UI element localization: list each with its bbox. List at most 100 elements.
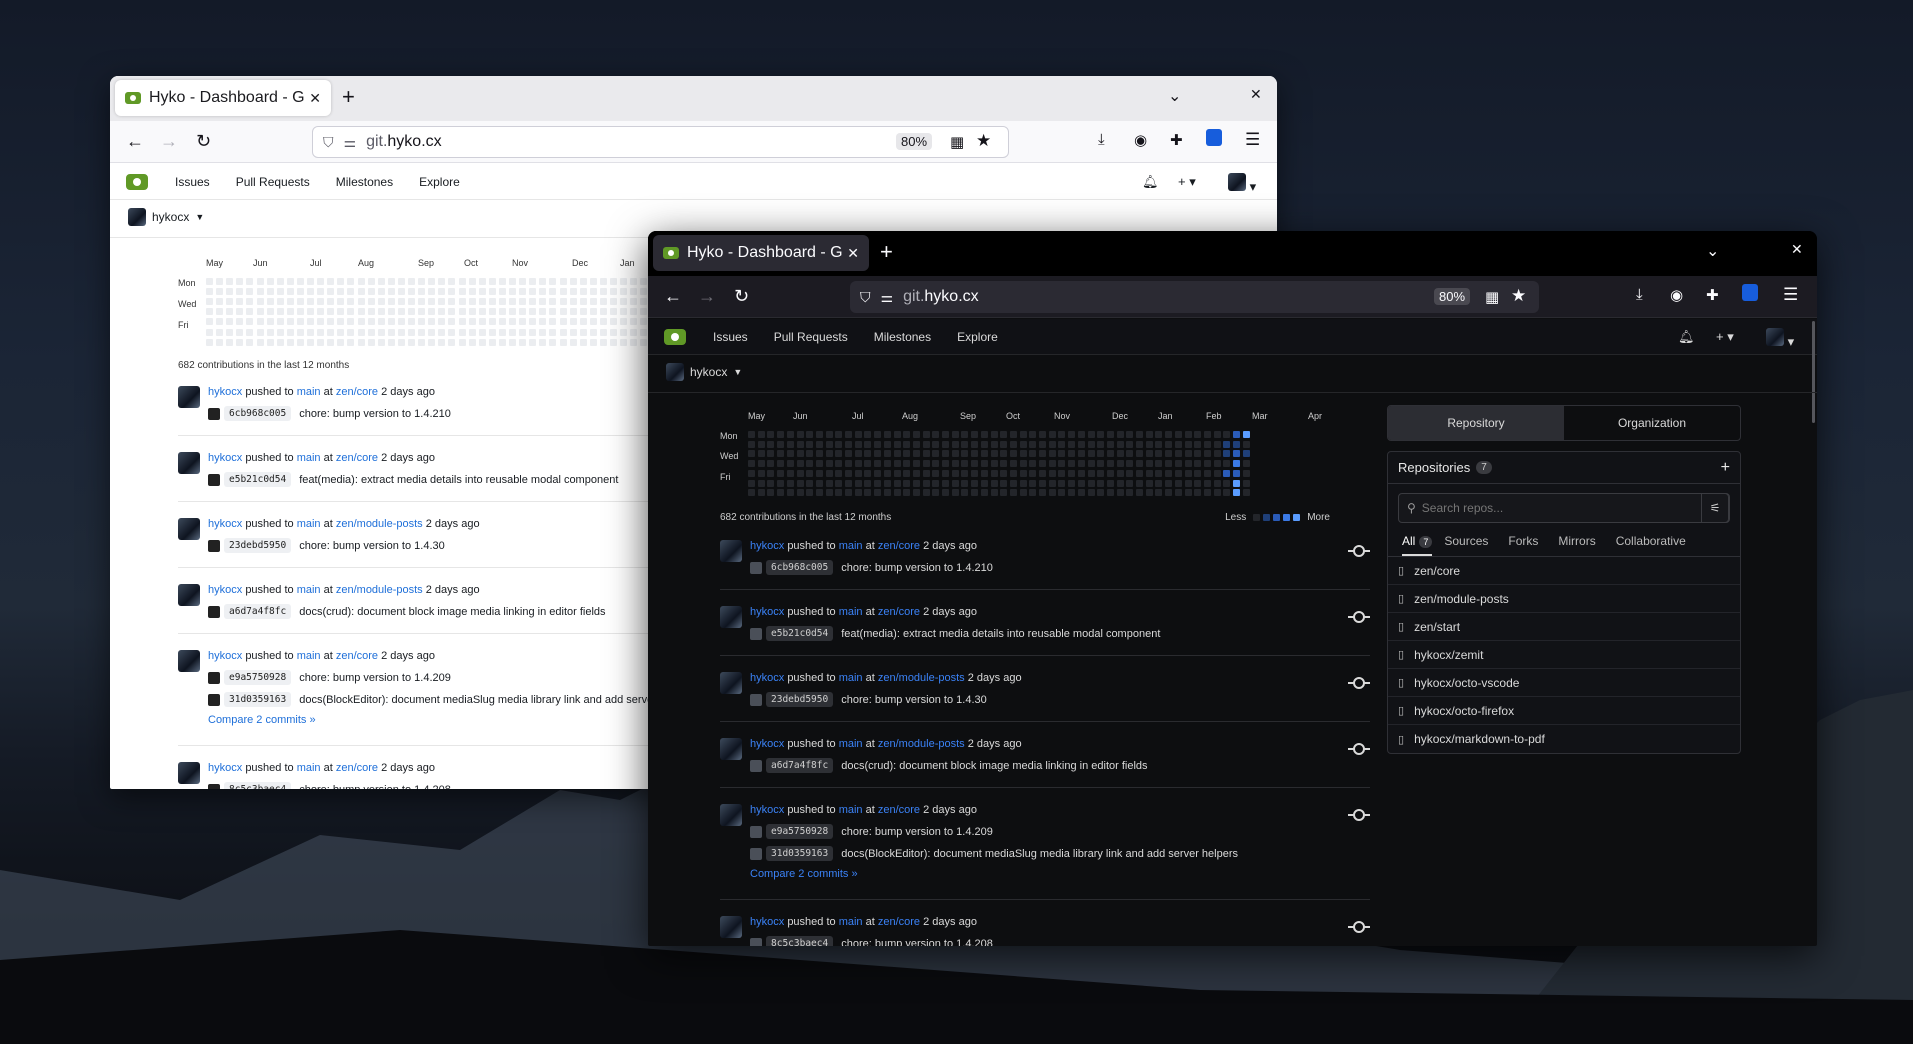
heatmap-cell[interactable]: [942, 479, 949, 487]
feed-user-link[interactable]: hykocx: [208, 386, 242, 398]
heatmap-cell[interactable]: [1087, 440, 1095, 448]
heatmap-cell[interactable]: [835, 469, 843, 477]
heatmap-cell[interactable]: [408, 298, 415, 306]
heatmap-cell[interactable]: [589, 328, 597, 336]
heatmap-cell[interactable]: [1009, 489, 1017, 497]
feed-branch-link[interactable]: main: [297, 452, 321, 464]
heatmap-cell[interactable]: [458, 328, 466, 336]
feed-user-link[interactable]: hykocx: [208, 762, 242, 774]
heatmap-cell[interactable]: [893, 489, 901, 497]
heatmap-cell[interactable]: [448, 278, 456, 285]
heatmap-cell[interactable]: [236, 298, 244, 306]
heatmap-cell[interactable]: [589, 278, 597, 285]
heatmap-cell[interactable]: [1068, 479, 1076, 487]
heatmap-cell[interactable]: [796, 440, 804, 448]
heatmap-cell[interactable]: [599, 288, 607, 296]
heatmap-cell[interactable]: [912, 460, 920, 468]
url-text[interactable]: git.hyko.cx: [903, 288, 979, 306]
heatmap-cell[interactable]: [256, 328, 264, 336]
back-icon[interactable]: ←: [126, 131, 144, 151]
repo-name[interactable]: zen/module-posts: [1414, 592, 1509, 606]
repo-name[interactable]: hykocx/markdown-to-pdf: [1414, 732, 1545, 746]
heatmap-cell[interactable]: [990, 440, 998, 448]
heatmap-cell[interactable]: [951, 440, 959, 448]
heatmap-cell[interactable]: [854, 440, 862, 448]
heatmap-cell[interactable]: [387, 298, 395, 306]
heatmap-cell[interactable]: [990, 479, 998, 487]
heatmap-cell[interactable]: [448, 328, 456, 336]
extension-icon[interactable]: ◉: [1134, 131, 1147, 149]
heatmap-cell[interactable]: [883, 460, 891, 468]
heatmap-cell[interactable]: [488, 298, 496, 306]
heatmap-cell[interactable]: [438, 328, 446, 336]
heatmap-cell[interactable]: [1019, 431, 1027, 438]
heatmap-cell[interactable]: [488, 278, 496, 285]
heatmap-cell[interactable]: [757, 489, 765, 497]
heatmap-cell[interactable]: [1155, 469, 1163, 477]
heatmap-cell[interactable]: [327, 338, 335, 346]
repo-list-item[interactable]: ▯ hykocx/octo-vscode: [1388, 669, 1740, 697]
heatmap-cell[interactable]: [1087, 431, 1095, 438]
heatmap-cell[interactable]: [767, 450, 775, 458]
heatmap-cell[interactable]: [912, 431, 920, 438]
heatmap-cell[interactable]: [478, 338, 486, 346]
heatmap-cell[interactable]: [1145, 431, 1153, 438]
heatmap-cell[interactable]: [377, 338, 385, 346]
heatmap-cell[interactable]: [569, 298, 577, 306]
heatmap-cell[interactable]: [519, 318, 527, 326]
heatmap-cell[interactable]: [438, 298, 446, 306]
heatmap-cell[interactable]: [1213, 460, 1221, 468]
feed-user-link[interactable]: hykocx: [208, 650, 242, 662]
heatmap-cell[interactable]: [266, 288, 274, 296]
user-menu-avatar[interactable]: ▾: [1766, 328, 1794, 350]
heatmap-cell[interactable]: [397, 278, 405, 285]
user-avatar[interactable]: [720, 738, 742, 760]
heatmap-cell[interactable]: [942, 431, 949, 438]
heatmap-cell[interactable]: [1116, 440, 1124, 448]
heatmap-cell[interactable]: [864, 460, 872, 468]
heatmap-cell[interactable]: [1233, 431, 1240, 438]
heatmap-cell[interactable]: [1039, 440, 1046, 448]
heatmap-cell[interactable]: [468, 278, 476, 285]
feed-branch-link[interactable]: main: [297, 386, 321, 398]
heatmap-cell[interactable]: [1029, 450, 1037, 458]
heatmap-cell[interactable]: [1136, 469, 1143, 477]
heatmap-cell[interactable]: [1048, 460, 1056, 468]
heatmap-cell[interactable]: [1000, 460, 1008, 468]
heatmap-cell[interactable]: [458, 308, 466, 316]
heatmap-cell[interactable]: [922, 431, 930, 438]
heatmap-cell[interactable]: [1213, 440, 1221, 448]
heatmap-cell[interactable]: [559, 288, 567, 296]
heatmap-cell[interactable]: [912, 479, 920, 487]
feed-repo-link[interactable]: zen/core: [878, 540, 920, 552]
heatmap-cell[interactable]: [559, 298, 567, 306]
heatmap-cell[interactable]: [825, 450, 833, 458]
heatmap-cell[interactable]: [498, 288, 506, 296]
heatmap-cell[interactable]: [854, 431, 862, 438]
heatmap-cell[interactable]: [777, 469, 785, 477]
heatmap-cell[interactable]: [864, 469, 872, 477]
heatmap-cell[interactable]: [640, 338, 648, 346]
heatmap-cell[interactable]: [569, 278, 577, 285]
heatmap-cell[interactable]: [539, 308, 547, 316]
heatmap-cell[interactable]: [1019, 489, 1027, 497]
heatmap-cell[interactable]: [1116, 489, 1124, 497]
heatmap-cell[interactable]: [640, 298, 648, 306]
repo-list-item[interactable]: ▯ zen/module-posts: [1388, 585, 1740, 613]
heatmap-cell[interactable]: [509, 308, 516, 316]
heatmap-cell[interactable]: [796, 479, 804, 487]
heatmap-cell[interactable]: [589, 318, 597, 326]
heatmap-cell[interactable]: [1000, 450, 1008, 458]
heatmap-cell[interactable]: [1048, 469, 1056, 477]
heatmap-cell[interactable]: [796, 431, 804, 438]
heatmap-cell[interactable]: [815, 431, 823, 438]
heatmap-cell[interactable]: [357, 308, 365, 316]
heatmap-cell[interactable]: [971, 479, 979, 487]
heatmap-cell[interactable]: [1165, 469, 1173, 477]
context-switcher[interactable]: hykocx ▼: [666, 363, 742, 381]
heatmap-cell[interactable]: [246, 318, 254, 326]
heatmap-cell[interactable]: [206, 338, 213, 346]
heatmap-cell[interactable]: [1145, 479, 1153, 487]
feed-user-link[interactable]: hykocx: [750, 540, 784, 552]
heatmap-cell[interactable]: [620, 308, 628, 316]
